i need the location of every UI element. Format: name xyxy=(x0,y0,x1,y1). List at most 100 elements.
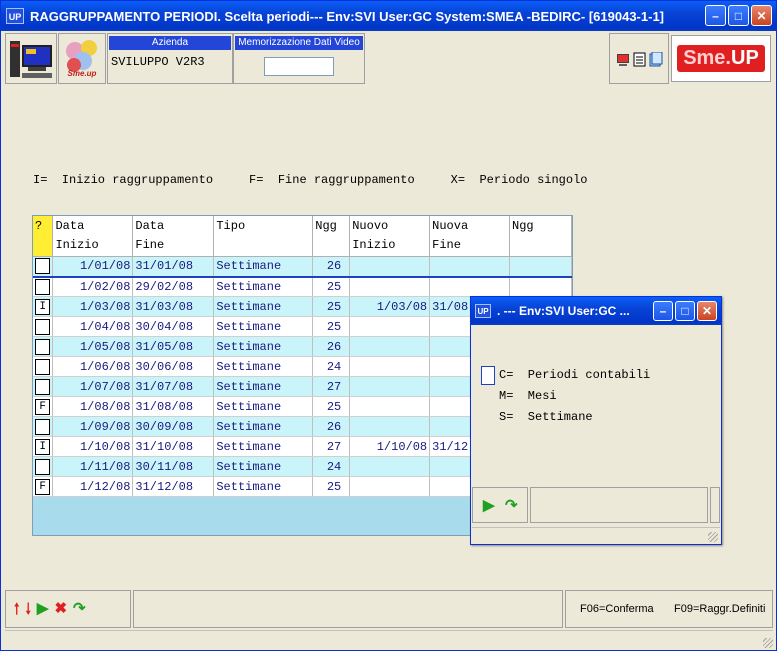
cell-nuovo-inizio xyxy=(349,336,431,357)
cell-data-inizio: 1/04/08 xyxy=(52,316,134,337)
cell-flag: F xyxy=(33,476,54,497)
flag-input[interactable]: F xyxy=(35,478,51,495)
table-row[interactable]: 1/02/08 29/02/08 Settimane 25 xyxy=(33,276,572,297)
title-bar[interactable]: UP RAGGRUPPAMENTO PERIODI. Scelta period… xyxy=(1,1,776,31)
smeup-button[interactable]: Sme.up xyxy=(58,33,106,84)
cell-ngg: 25 xyxy=(312,396,351,417)
flag-input[interactable] xyxy=(35,358,51,375)
col-inizio-header[interactable]: Data Inizio xyxy=(52,216,134,257)
play-icon[interactable]: ▶ xyxy=(37,599,49,624)
flag-input[interactable] xyxy=(35,318,51,335)
cancel-icon[interactable]: ✖ xyxy=(54,599,67,624)
choice-input[interactable] xyxy=(481,366,495,385)
bottom-spacer xyxy=(133,590,563,628)
flag-input[interactable]: I xyxy=(35,438,51,455)
cell-nuovo-inizio xyxy=(349,476,431,497)
dialog-resize-grip[interactable] xyxy=(708,532,718,542)
cell-data-fine: 31/08/08 xyxy=(132,396,215,417)
nav-buttons: 🠑 🠓 ▶ ✖ ↷ xyxy=(5,590,131,628)
flag-input[interactable] xyxy=(35,378,51,395)
cell-ngg: 27 xyxy=(312,376,351,397)
cell-ngg: 27 xyxy=(312,436,351,457)
minimize-button[interactable]: – xyxy=(705,5,726,26)
cell-tipo: Settimane xyxy=(213,256,314,278)
cell-ngg: 25 xyxy=(312,316,351,337)
dialog-back-icon[interactable]: ↷ xyxy=(505,496,518,514)
flag-input[interactable]: I xyxy=(35,298,51,315)
cell-ngg: 24 xyxy=(312,456,351,477)
cell-data-inizio: 1/10/08 xyxy=(52,436,134,457)
dialog-nav-buttons: ▶ ↷ xyxy=(472,487,528,523)
col-fine-header[interactable]: Data Fine xyxy=(132,216,215,257)
dialog-footer-spacer xyxy=(530,487,708,523)
pc-button[interactable] xyxy=(5,33,57,84)
col-flag-header[interactable]: ? xyxy=(33,216,54,257)
close-button[interactable]: ✕ xyxy=(751,5,772,26)
window-title: RAGGRUPPAMENTO PERIODI. Scelta periodi--… xyxy=(30,8,664,24)
arrow-down-icon[interactable]: 🠓 xyxy=(25,599,30,624)
cell-data-fine: 31/10/08 xyxy=(132,436,215,457)
pages-icon[interactable] xyxy=(649,52,663,67)
cell-data-inizio: 1/11/08 xyxy=(52,456,134,477)
logo-text-a: Sme. xyxy=(683,47,731,69)
col-tipo-header[interactable]: Tipo xyxy=(213,216,314,257)
flag-input[interactable] xyxy=(35,338,51,355)
cell-nuovo-ngg xyxy=(509,256,572,278)
computer-icon xyxy=(10,41,52,78)
f09-defined-groups[interactable]: F09=Raggr.Definiti xyxy=(674,603,765,615)
cell-ngg: 26 xyxy=(312,416,351,437)
dialog-play-icon[interactable]: ▶ xyxy=(483,496,495,514)
cell-tipo: Settimane xyxy=(213,356,314,377)
table-row[interactable]: 1/01/08 31/01/08 Settimane 26 xyxy=(33,256,572,278)
cell-nuovo-inizio xyxy=(349,256,431,278)
cell-nuovo-inizio xyxy=(349,276,431,297)
back-icon[interactable]: ↷ xyxy=(73,599,86,624)
dialog-maximize-button[interactable]: □ xyxy=(675,301,695,321)
cell-tipo: Settimane xyxy=(213,396,314,417)
smeup-icon-caption: Sme.up xyxy=(67,69,97,78)
dialog-title: . --- Env:SVI User:GC ... xyxy=(497,304,630,318)
dialog-status-bar xyxy=(472,527,720,543)
memo-input[interactable] xyxy=(264,57,334,76)
flag-input[interactable]: F xyxy=(35,398,51,415)
cell-flag: I xyxy=(33,296,54,317)
cell-data-inizio: 1/08/08 xyxy=(52,396,134,417)
cell-data-inizio: 1/02/08 xyxy=(52,276,134,297)
cell-data-inizio: 1/03/08 xyxy=(52,296,134,317)
cell-flag xyxy=(33,336,54,357)
flag-input[interactable] xyxy=(35,458,51,475)
table-header: ? Data Inizio Data Fine Tipo Ngg Nuovo Iniz… xyxy=(33,216,572,257)
cell-ngg: 26 xyxy=(312,256,351,278)
dialog-minimize-button[interactable]: – xyxy=(653,301,673,321)
cell-nuovo-inizio xyxy=(349,356,431,377)
f06-confirm[interactable]: F06=Conferma xyxy=(580,603,654,615)
cell-data-fine: 29/02/08 xyxy=(132,276,215,297)
cell-data-fine: 30/06/08 xyxy=(132,356,215,377)
monitor-icon[interactable] xyxy=(617,54,629,66)
cell-tipo: Settimane xyxy=(213,416,314,437)
cell-nuova-fine xyxy=(429,276,511,297)
flag-input[interactable] xyxy=(35,278,51,295)
maximize-button[interactable]: □ xyxy=(728,5,749,26)
cell-tipo: Settimane xyxy=(213,336,314,357)
cell-ngg: 25 xyxy=(312,276,351,297)
toolbar: Sme.up Azienda SVILUPPO V2R3 Memorizzazi… xyxy=(5,33,773,85)
cell-data-fine: 30/09/08 xyxy=(132,416,215,437)
col-nuovo-inizio-header[interactable]: Nuovo Inizio xyxy=(349,216,431,257)
resize-grip[interactable] xyxy=(763,638,773,648)
document-icon[interactable] xyxy=(633,52,646,67)
flag-input[interactable] xyxy=(35,258,51,275)
dialog-close-button[interactable]: ✕ xyxy=(697,301,717,321)
flag-input[interactable] xyxy=(35,418,51,435)
col-ngg-header[interactable]: Ngg xyxy=(312,216,351,257)
arrow-up-icon[interactable]: 🠑 xyxy=(14,599,19,624)
cell-data-fine: 31/12/08 xyxy=(132,476,215,497)
dialog-app-icon: UP xyxy=(475,304,491,318)
col-nuova-fine-header[interactable]: Nuova Fine xyxy=(429,216,511,257)
bottom-bar: 🠑 🠓 ▶ ✖ ↷ F06=Conferma F09=Raggr.Definit… xyxy=(5,590,773,628)
cell-flag xyxy=(33,256,54,278)
cell-tipo: Settimane xyxy=(213,456,314,477)
col-nuovo-ngg-header[interactable]: Ngg xyxy=(509,216,572,257)
cell-ngg: 24 xyxy=(312,356,351,377)
dialog-title-bar[interactable]: UP . --- Env:SVI User:GC ... – □ ✕ xyxy=(471,297,721,325)
